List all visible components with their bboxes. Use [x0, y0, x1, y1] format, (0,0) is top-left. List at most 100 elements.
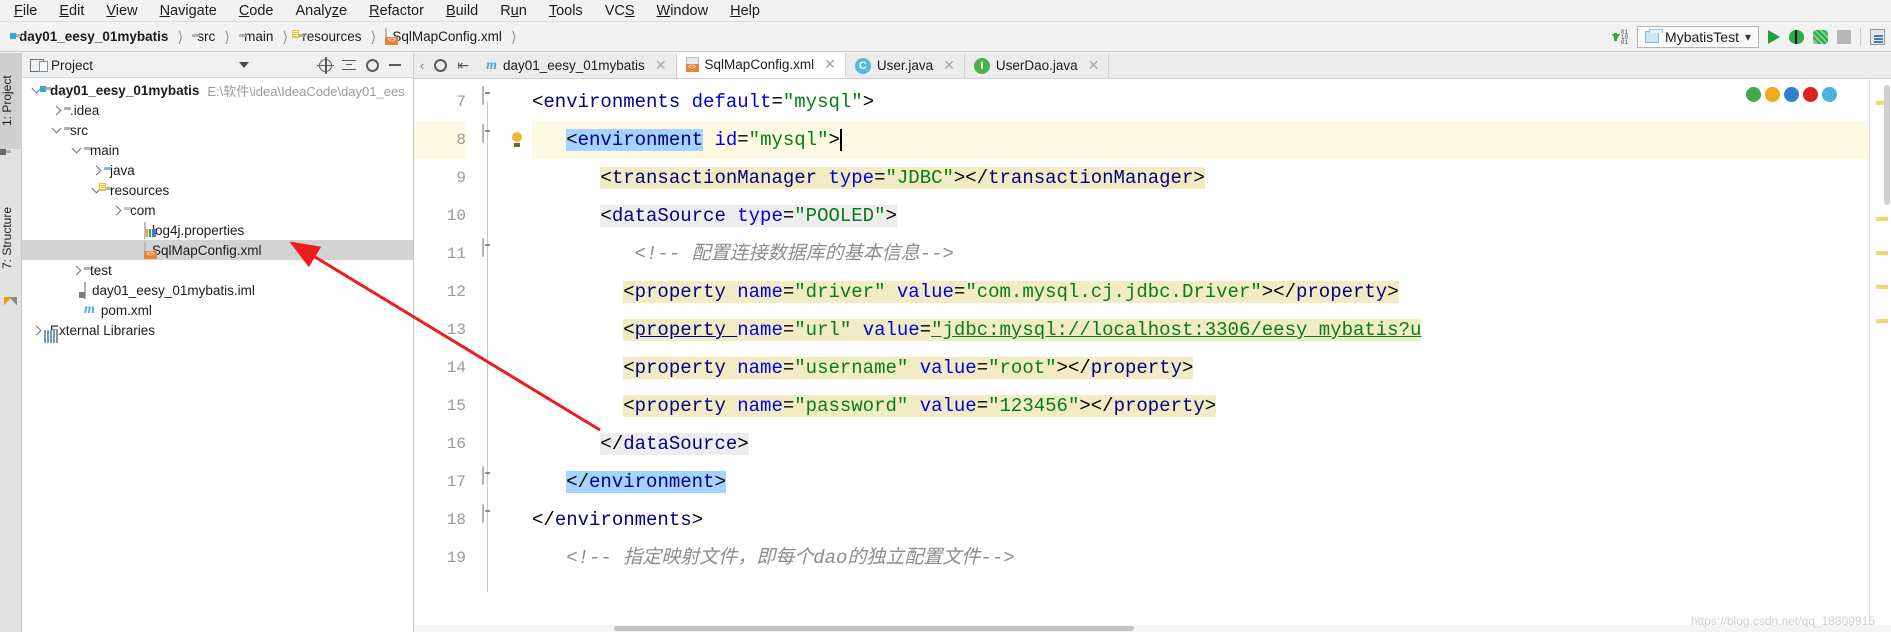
tab-user-java[interactable]: C User.java ✕: [845, 53, 965, 78]
breadcrumb-item-file[interactable]: SqlMapConfig.xml: [383, 28, 504, 45]
tree-row-pom[interactable]: m pom.xml: [22, 300, 413, 320]
close-icon[interactable]: ✕: [1084, 57, 1100, 74]
tree-label: java: [110, 162, 135, 178]
close-icon[interactable]: ✕: [651, 57, 667, 74]
twisty-right-icon[interactable]: [88, 165, 104, 175]
scrollbar-thumb[interactable]: [614, 626, 1134, 631]
twisty-right-icon[interactable]: [108, 205, 124, 215]
line-number: 17: [446, 473, 466, 491]
menu-item-refactor[interactable]: Refactor: [369, 3, 424, 19]
breadcrumb-item-resources[interactable]: resources: [292, 29, 363, 44]
opera-icon[interactable]: [1803, 87, 1818, 102]
xml-file-icon: [685, 57, 699, 72]
twisty-right-icon[interactable]: [48, 105, 64, 115]
tab-sqlmapconfig-xml[interactable]: SqlMapConfig.xml ✕: [676, 53, 846, 78]
breadcrumb-separator: ⟩: [224, 28, 231, 46]
tree-row-resources[interactable]: resources: [22, 180, 413, 200]
jump-to-source-icon[interactable]: ⇤: [457, 57, 469, 74]
code-content[interactable]: <environments default="mysql"> <environm…: [532, 79, 1869, 632]
menu-item-code[interactable]: Code: [239, 3, 274, 19]
menu-item-tools[interactable]: Tools: [549, 3, 583, 19]
favorites-icon[interactable]: [4, 297, 18, 310]
tree-row-external-libraries[interactable]: External Libraries: [22, 320, 413, 340]
fold-gutter[interactable]: [474, 79, 502, 632]
run-configuration-selector[interactable]: MybatisTest ▾: [1637, 26, 1759, 48]
database-icon[interactable]: [1870, 29, 1885, 45]
menu-item-file[interactable]: File: [14, 3, 37, 19]
debug-icon[interactable]: [1789, 30, 1804, 44]
chevron-down-icon: ▾: [1744, 30, 1751, 44]
scrollbar-thumb[interactable]: [1884, 85, 1890, 205]
edge-icon[interactable]: [1822, 87, 1837, 102]
chrome-icon[interactable]: [1746, 87, 1761, 102]
project-title: Project: [26, 58, 93, 73]
warning-marker[interactable]: [1876, 217, 1888, 221]
project-panel-header: Project: [22, 53, 413, 78]
fold-marker[interactable]: [482, 124, 484, 143]
tree-row-java[interactable]: java: [22, 160, 413, 180]
tree-row-src[interactable]: src: [22, 120, 413, 140]
run-with-coverage-icon[interactable]: [1813, 30, 1828, 44]
tree-row-idea[interactable]: .idea: [22, 100, 413, 120]
chevron-left-icon[interactable]: ‹: [420, 58, 424, 73]
code-editor[interactable]: 7 8 9 10 11 12 13 14 15 16 17 18 19 <env…: [414, 79, 1891, 632]
code-line-14: <property name="username" value="root"><…: [623, 357, 1194, 379]
breadcrumb-separator: ⟩: [370, 28, 377, 46]
fold-marker[interactable]: [482, 86, 484, 105]
tree-row-sqlmapconfig[interactable]: SqlMapConfig.xml: [22, 240, 413, 260]
twisty-down-icon[interactable]: [48, 123, 64, 134]
menu-item-vcs[interactable]: VCS: [605, 3, 635, 19]
close-icon[interactable]: ✕: [820, 56, 836, 73]
intention-bulb-icon[interactable]: [502, 121, 532, 159]
tab-day01-eesy-01mybatis[interactable]: m day01_eesy_01mybatis ✕: [477, 53, 677, 78]
run-icon[interactable]: [1768, 30, 1780, 44]
menu-item-edit[interactable]: Edit: [59, 3, 84, 19]
close-icon[interactable]: ✕: [939, 57, 955, 74]
tree-row-main[interactable]: main: [22, 140, 413, 160]
horizontal-scrollbar[interactable]: [414, 625, 1891, 632]
warning-marker[interactable]: [1876, 319, 1888, 323]
breadcrumb-item-src[interactable]: src: [190, 29, 217, 44]
line-number: 8: [414, 121, 466, 159]
menu-item-window[interactable]: Window: [657, 3, 709, 19]
chevron-down-icon[interactable]: [239, 62, 250, 68]
menu-item-navigate[interactable]: Navigate: [160, 3, 217, 19]
error-stripe-marker-bar[interactable]: [1869, 79, 1891, 632]
twisty-right-icon[interactable]: [68, 265, 84, 275]
tree-row-log4j[interactable]: log4j.properties: [22, 220, 413, 240]
toolbar-divider: [1860, 28, 1861, 46]
chrome-canary-icon[interactable]: [1765, 87, 1780, 102]
collapse-all-icon[interactable]: [342, 59, 356, 72]
tree-row-com[interactable]: com: [22, 200, 413, 220]
twisty-down-icon[interactable]: [68, 143, 84, 154]
menu-item-view[interactable]: View: [106, 3, 137, 19]
locate-file-icon[interactable]: [317, 56, 334, 74]
gear-icon[interactable]: [434, 59, 448, 72]
fold-marker[interactable]: [482, 466, 484, 485]
stop-icon[interactable]: [1837, 30, 1851, 44]
sidebar-item-project[interactable]: 1: Project: [0, 53, 22, 149]
fold-marker[interactable]: [482, 238, 484, 257]
tree-row-test[interactable]: test: [22, 260, 413, 280]
menu-item-help[interactable]: Help: [730, 3, 760, 19]
twisty-right-icon[interactable]: [28, 325, 44, 335]
breadcrumb-item-main[interactable]: main: [237, 29, 275, 44]
tree-row-module[interactable]: day01_eesy_01mybatis E:\软件\idea\IdeaCode…: [22, 80, 413, 100]
hide-panel-icon[interactable]: [389, 64, 401, 66]
breadcrumb-item-module[interactable]: day01_eesy_01mybatis: [10, 29, 170, 44]
tree-label: resources: [110, 182, 170, 198]
warning-marker[interactable]: [1876, 285, 1888, 289]
firefox-icon[interactable]: [1784, 87, 1799, 102]
tree-row-iml[interactable]: day01_eesy_01mybatis.iml: [22, 280, 413, 300]
menu-item-build[interactable]: Build: [446, 3, 478, 19]
tab-userdao-java[interactable]: I UserDao.java ✕: [964, 53, 1110, 78]
toolbar-right: 01 10 01 MybatisTest ▾: [1611, 22, 1891, 52]
sidebar-item-structure[interactable]: 7: Structure: [0, 183, 22, 293]
browser-launch-icons: [1746, 87, 1837, 102]
warning-marker[interactable]: [1876, 251, 1888, 255]
menu-item-analyze[interactable]: Analyze: [296, 3, 348, 19]
menu-item-run[interactable]: Run: [500, 3, 527, 19]
gear-icon[interactable]: [366, 58, 379, 72]
update-indices-icon[interactable]: 01 10 01: [1611, 29, 1628, 45]
fold-marker[interactable]: [482, 504, 484, 523]
